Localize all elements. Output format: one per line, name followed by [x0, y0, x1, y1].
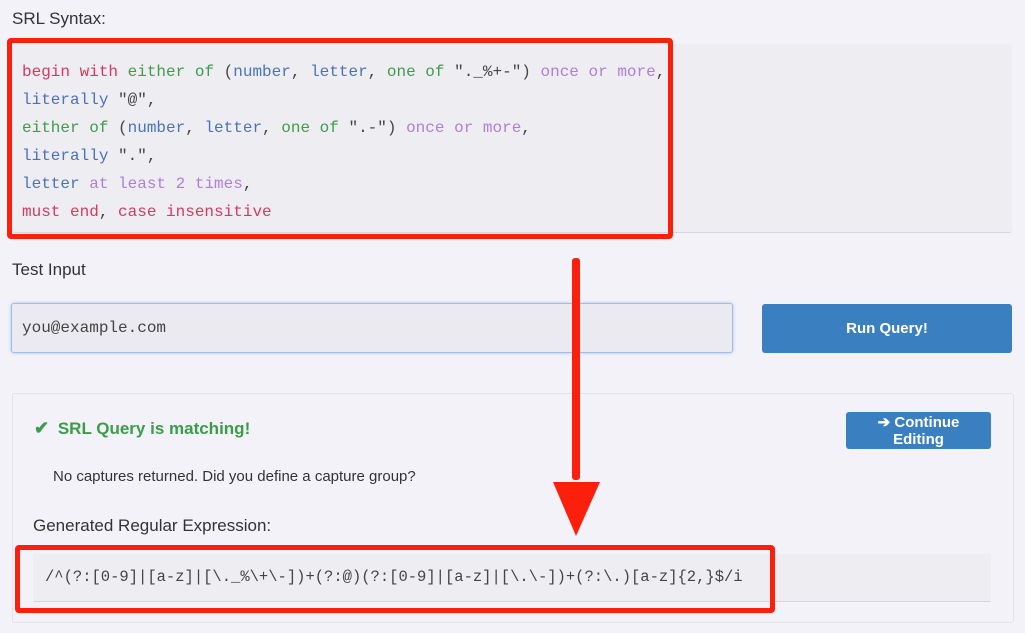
generated-regex-label: Generated Regular Expression: [33, 516, 272, 535]
continue-editing-button[interactable]: ➔ Continue Editing [846, 412, 991, 449]
check-icon: ✔ [34, 418, 50, 438]
test-input-label: Test Input [12, 260, 86, 279]
match-status-text: SRL Query is matching! [57, 419, 251, 438]
arrow-right-icon: ➔ [877, 414, 891, 431]
captures-message: No captures returned. Did you define a c… [53, 468, 416, 485]
test-input-field[interactable] [11, 303, 733, 353]
run-query-button[interactable]: Run Query! [762, 304, 1012, 353]
annotation-frame-regex [15, 545, 775, 613]
match-status: ✔ SRL Query is matching! [34, 418, 250, 439]
continue-editing-label: Continue Editing [893, 414, 960, 448]
srl-syntax-label: SRL Syntax: [12, 9, 106, 28]
annotation-frame-srl [7, 38, 673, 239]
